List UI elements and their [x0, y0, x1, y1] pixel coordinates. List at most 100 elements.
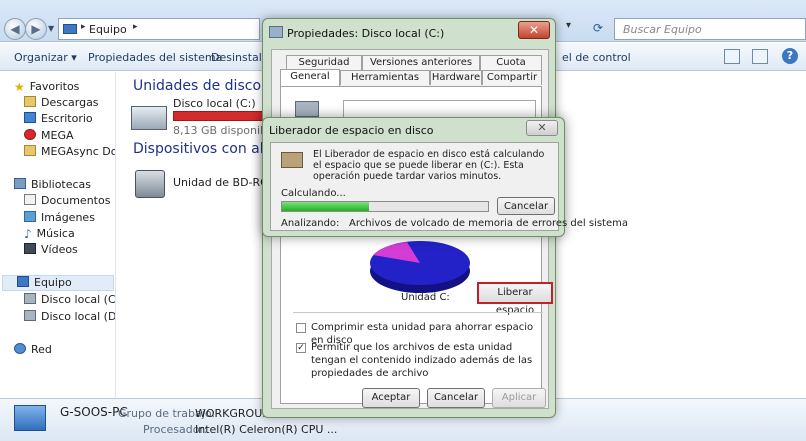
disk-cleanup-dialog: Liberador de espacio en disco ✕ El Liber…	[262, 117, 628, 237]
music-note-icon: ♪	[24, 227, 32, 241]
address-dropdown-icon[interactable]: ▾	[566, 20, 571, 31]
network-icon	[14, 343, 26, 354]
analyzing-label: Analizando:	[281, 218, 340, 229]
cleanup-body: El Liberador de espacio en disco está ca…	[270, 142, 628, 231]
sidebar-label: Bibliotecas	[31, 178, 92, 191]
cleanup-message: El Liberador de espacio en disco está ca…	[313, 149, 545, 182]
index-checkbox[interactable]: ✓	[296, 343, 306, 353]
sidebar-item-documents[interactable]: Documentos	[24, 194, 110, 210]
sidebar-item-videos[interactable]: Vídeos	[24, 243, 78, 259]
cleanup-cancel-button[interactable]: Cancelar	[497, 197, 555, 215]
tab-previous-versions[interactable]: Versiones anteriores	[362, 55, 480, 70]
tab-security[interactable]: Seguridad	[286, 55, 362, 70]
hard-drive-icon	[295, 101, 319, 117]
calculating-label: Calculando...	[281, 188, 346, 199]
processor-value: Intel(R) Celeron(R) CPU ...	[195, 423, 338, 436]
sidebar-item-network[interactable]: Red	[14, 343, 52, 359]
sidebar-label: MEGA	[41, 129, 74, 142]
back-button[interactable]: ◀	[4, 18, 26, 40]
refresh-icon[interactable]: ⟳	[593, 21, 603, 35]
analyzing-value: Archivos de volcado de memoria de errore…	[349, 218, 628, 229]
sidebar-label: Equipo	[34, 276, 72, 289]
sidebar-label: Disco local (D:)	[41, 310, 116, 323]
workgroup-value: WORKGROUP	[195, 407, 269, 420]
system-properties-button[interactable]: Propiedades del sistema	[88, 51, 222, 64]
sidebar-item-desktop[interactable]: Escritorio	[24, 112, 93, 128]
compress-checkbox[interactable]	[296, 323, 306, 333]
preview-pane-icon[interactable]	[752, 49, 768, 64]
organize-button[interactable]: Organizar ▾	[14, 51, 77, 64]
index-label: Permitir que los archivos de esta unidad…	[311, 342, 533, 379]
star-icon: ★	[14, 80, 25, 94]
sidebar-item-drive-c[interactable]: Disco local (C:)	[24, 293, 116, 309]
sidebar-item-favorites[interactable]: ★ Favoritos	[14, 80, 79, 96]
forward-button[interactable]: ▶	[25, 18, 47, 40]
sidebar-item-downloads[interactable]: Descargas	[24, 96, 99, 112]
navigation-pane: ★ Favoritos Descargas Escritorio MEGA MEG…	[0, 72, 116, 398]
sidebar-label: MEGAsync Downl	[41, 145, 116, 158]
chevron-right-icon[interactable]: ▸	[81, 22, 86, 32]
sidebar-item-music[interactable]: ♪ Música	[24, 227, 75, 243]
tab-tools[interactable]: Herramientas	[340, 70, 430, 85]
chevron-right-icon[interactable]: ▸	[133, 22, 138, 32]
close-button[interactable]: ✕	[526, 120, 558, 136]
search-placeholder: Buscar Equipo	[623, 23, 702, 36]
free-space-button[interactable]: Liberar espacio	[477, 282, 553, 316]
sidebar-item-drive-d[interactable]: Disco local (D:)	[24, 310, 116, 326]
cleanup-title: Liberador de espacio en disco	[269, 124, 434, 137]
sidebar-item-megasync[interactable]: MEGAsync Downl	[24, 145, 116, 161]
search-input[interactable]: Buscar Equipo	[614, 18, 806, 40]
apply-button[interactable]: Aplicar	[492, 388, 546, 408]
ok-button[interactable]: Aceptar	[362, 388, 420, 408]
sidebar-label: Documentos	[41, 194, 111, 207]
tab-sharing[interactable]: Compartir	[482, 70, 542, 85]
organize-label: Organizar	[14, 51, 68, 64]
sidebar-label: Red	[31, 343, 52, 356]
tab-hardware[interactable]: Hardware	[430, 70, 482, 85]
help-icon[interactable]: ?	[782, 48, 798, 64]
sidebar-item-mega[interactable]: MEGA	[24, 129, 74, 145]
sidebar-label: Descargas	[41, 96, 99, 109]
hard-drive-icon	[24, 310, 36, 321]
properties-title: Propiedades: Disco local (C:)	[287, 27, 445, 40]
divider	[293, 312, 543, 313]
drive-c-usage-bar	[173, 111, 265, 121]
sidebar-label: Disco local (C:)	[41, 293, 116, 306]
usage-pie-chart	[370, 241, 470, 293]
hard-drive-icon	[24, 293, 36, 304]
unit-label: Unidad C:	[401, 292, 450, 303]
sidebar-label: Favoritos	[29, 80, 80, 93]
image-icon	[24, 211, 36, 222]
address-text: Equipo	[89, 23, 127, 36]
disk-cleanup-icon	[281, 152, 303, 168]
history-dropdown-icon[interactable]: ▼	[48, 24, 54, 33]
document-icon	[24, 194, 36, 205]
computer-large-icon	[14, 405, 46, 431]
view-options-icon[interactable]	[724, 49, 740, 64]
desktop-icon	[24, 112, 36, 123]
progress-bar	[281, 201, 489, 212]
bd-rom-icon[interactable]	[135, 170, 165, 198]
cancel-button[interactable]: Cancelar	[427, 388, 485, 408]
computer-icon	[17, 276, 29, 287]
hard-drive-icon[interactable]	[131, 106, 167, 130]
address-field[interactable]: ▸ Equipo ▸	[58, 18, 260, 40]
mega-icon	[24, 129, 36, 140]
sidebar-item-computer[interactable]: Equipo	[2, 275, 114, 291]
download-folder-icon	[24, 96, 36, 107]
computer-icon	[63, 24, 77, 34]
drive-c-name[interactable]: Disco local (C:)	[173, 97, 256, 110]
tab-general[interactable]: General	[280, 69, 340, 86]
sidebar-label: Escritorio	[41, 112, 93, 125]
control-panel-button[interactable]: el de control	[562, 51, 631, 64]
tab-quota[interactable]: Cuota	[480, 55, 542, 70]
sidebar-label: Imágenes	[41, 211, 95, 224]
sidebar-item-images[interactable]: Imágenes	[24, 211, 95, 227]
library-icon	[14, 178, 26, 189]
drive-icon	[269, 26, 283, 38]
sidebar-label: Vídeos	[41, 243, 78, 256]
video-icon	[24, 243, 36, 254]
progress-fill	[282, 202, 369, 211]
close-button[interactable]: ✕	[518, 21, 550, 39]
sidebar-item-libraries[interactable]: Bibliotecas	[14, 178, 91, 194]
